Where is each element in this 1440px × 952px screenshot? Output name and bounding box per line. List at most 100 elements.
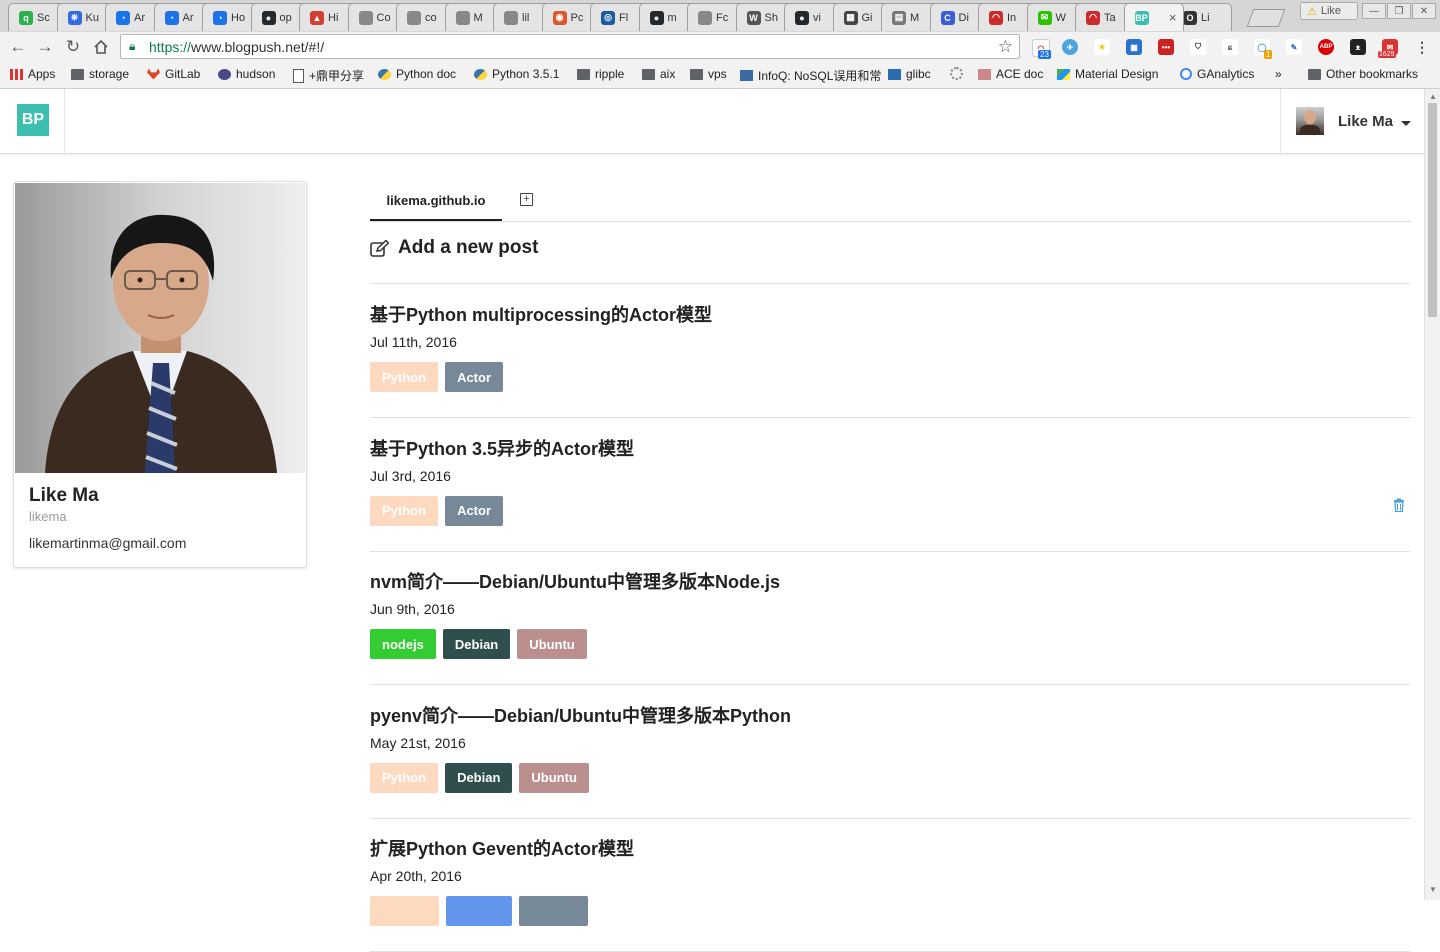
close-window-button[interactable]: ✕ [1412,3,1436,19]
post-date: Jun 9th, 2016 [370,601,455,617]
page-icon [293,68,304,83]
tab-title: Sh [764,11,778,24]
scroll-down-arrow-icon[interactable]: ▼ [1429,885,1437,894]
bookmarks-bar: Apps storage GitLab hudson +鼎甲分享 Python doc Py… [0,62,1440,89]
post-title[interactable]: pyenv简介——Debian/Ubuntu中管理多版本Python [370,702,791,728]
python-icon [378,68,391,80]
minimize-button[interactable]: — [1362,3,1386,19]
bookmark-label: vps [708,67,727,81]
weather-extension-icon[interactable]: ☀ [1094,39,1110,55]
bookmark-label: hudson [236,67,276,81]
gear-icon [950,67,963,80]
reload-button[interactable]: ↻ [62,36,84,58]
tag-badge[interactable] [519,896,588,926]
bookmark-label: glibc [906,67,931,81]
tab-title: W [1055,11,1066,24]
tag-badge[interactable]: Debian [445,762,513,793]
bookmark-item[interactable]: Python 3.5.1 [474,67,559,81]
pocket-extension-icon[interactable]: ⛉ [1190,39,1206,55]
tab-title: Pc [570,11,584,24]
bookmark-label: InfoQ: NoSQL误用和常 [758,69,882,83]
browser-tab[interactable]: BP × [1123,3,1184,31]
home-button[interactable] [90,36,112,58]
home-icon [94,39,108,54]
forward-button[interactable]: → [34,36,56,58]
other-bookmarks-folder[interactable]: Other bookmarks [1308,67,1418,81]
adblock-extension-icon[interactable]: ABP [1318,39,1334,55]
add-blog-tab-icon[interactable]: + [520,193,533,206]
bookmark-item[interactable]: GitLab [147,67,200,81]
tab-favicon-icon: ▦ [843,10,858,25]
bookmark-item[interactable]: +鼎甲分享 [293,67,364,84]
pen-extension-icon[interactable]: ✎ [1286,39,1302,55]
post-title[interactable]: nvm简介——Debian/Ubuntu中管理多版本Node.js [370,568,780,594]
bookmark-item[interactable]: ACE doc [978,67,1043,81]
tag-badge[interactable]: Python [370,495,439,526]
post-title[interactable]: 基于Python 3.5异步的Actor模型 [370,435,634,461]
bookmark-item[interactable] [950,67,963,80]
bookmark-label: ACE doc [996,67,1044,81]
add-post-button[interactable]: Add a new post [370,237,538,259]
tag-badge[interactable]: Actor [445,362,504,392]
browser-profile-button[interactable]: ⚠ Like [1300,2,1358,20]
address-url: https://www.blogpush.net/#!/ [149,38,325,55]
tab-title: Ku [85,11,99,24]
tag-badge[interactable]: Actor [445,495,504,526]
tag-badge[interactable] [370,896,439,926]
bookmarks-overflow-button[interactable]: » [1275,67,1282,81]
bookmark-item[interactable]: Apps [10,67,55,81]
tag-badge[interactable]: Ubuntu [519,762,589,793]
profile-card: Like Ma likema likemartinma@gmail.com [13,181,307,568]
tag-badge[interactable]: Debian [442,629,511,659]
bookmark-item[interactable]: ripple [577,67,624,81]
tag-badge[interactable]: Ubuntu [517,629,587,659]
post-tags [370,896,588,926]
close-tab-icon[interactable]: × [1169,10,1177,25]
maximize-button[interactable]: ❐ [1387,3,1411,19]
address-bar[interactable]: 🔒︎ https://www.blogpush.net/#!/ ☆ [120,34,1020,59]
post-title[interactable]: 扩展Python Gevent的Actor模型 [370,835,634,861]
bookmark-item[interactable]: vps [690,67,727,81]
post-title[interactable]: 基于Python multiprocessing的Actor模型 [370,301,712,327]
calendar-extension-icon[interactable]: ▦ [1126,39,1142,55]
compass-extension-icon[interactable]: ✈ [1062,39,1078,55]
tag-badge[interactable]: Python [370,762,439,793]
tab-title: vi [813,11,821,24]
browser-menu-icon[interactable]: ⋮ [1414,39,1430,55]
bookmark-label: Python doc [396,67,457,81]
bookmark-item[interactable]: GAnalytics [1180,67,1254,81]
tag-badge[interactable] [446,896,512,926]
user-menu-button[interactable]: Like Ma [1296,107,1412,135]
bookmark-item[interactable]: Python doc [378,67,456,81]
bookmark-item[interactable]: aix [642,67,675,81]
scroll-thumb[interactable] [1428,103,1437,317]
cat-extension-icon[interactable]: ᴥ [1350,39,1366,55]
bookmark-item[interactable]: storage [71,67,129,81]
bookmark-label: storage [89,67,130,81]
bookmark-item[interactable]: hudson [218,67,275,81]
dots-extension-icon[interactable]: ••• [1158,39,1174,55]
tab-favicon-icon: ◔ [213,10,227,25]
back-button[interactable]: ← [7,36,29,58]
tab-favicon-icon: C [940,10,955,25]
bookmark-item[interactable]: Material Design [1057,67,1158,81]
page-scrollbar[interactable]: ▲ ▼ [1424,89,1440,900]
tab-blog[interactable]: likema.github.io [370,181,502,221]
tag-badge[interactable]: nodejs [370,629,436,659]
brand-logo[interactable]: BP [17,104,49,136]
bookmark-star-icon[interactable]: ☆ [998,37,1013,57]
tag-badge[interactable]: Python [370,362,439,392]
bookmark-item[interactable]: InfoQ: NoSQL误用和常 [740,67,881,84]
new-tab-button[interactable] [1246,9,1286,27]
tab-title: Sc [37,11,50,24]
tab-title: Di [958,11,969,24]
gitlab-icon [147,68,160,80]
delete-post-icon[interactable] [1393,498,1409,514]
bookmark-item[interactable]: glibc [888,67,931,81]
tab-favicon-icon [504,10,518,25]
edit-icon [370,239,389,257]
tab-title: Hi [328,11,339,24]
tool-extension-icon[interactable]: ɕ [1222,39,1238,55]
scroll-up-arrow-icon[interactable]: ▲ [1429,92,1437,101]
profile-email[interactable]: likemartinma@gmail.com [29,535,186,551]
